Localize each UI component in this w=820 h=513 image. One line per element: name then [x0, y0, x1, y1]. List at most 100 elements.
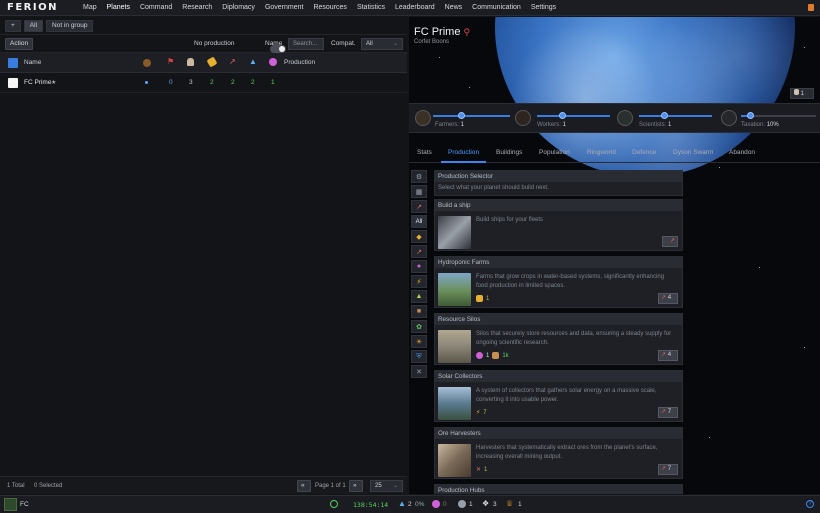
build-count: 7: [667, 466, 672, 472]
production-item-card[interactable]: Production Hubs: [434, 484, 683, 494]
taxation-text: Taxation:: [741, 122, 766, 128]
selector-title: Production Selector: [435, 171, 682, 182]
scientists-value: 1: [668, 122, 672, 128]
item-title: Resource Silos: [435, 314, 682, 325]
player-planet: FC: [20, 501, 29, 508]
production-icon[interactable]: ●: [411, 260, 427, 273]
nav-news[interactable]: News: [440, 0, 468, 16]
workers-slider-knob[interactable]: [559, 112, 566, 119]
production-item-card[interactable]: Hydroponic Farms Farms that grow crops i…: [434, 256, 683, 308]
production-item-card[interactable]: Solar Collectors A system of collectors …: [434, 370, 683, 422]
add-group-button[interactable]: +: [5, 19, 21, 32]
shield-icon[interactable]: ⛨: [411, 350, 427, 363]
nav-diplomacy[interactable]: Diplomacy: [217, 0, 260, 16]
farmers-slider[interactable]: [433, 115, 510, 117]
hammer-icon[interactable]: ↗: [411, 200, 427, 213]
build-button[interactable]: ↗ 4: [658, 293, 678, 304]
build-button[interactable]: ↗ 7: [658, 407, 678, 418]
col-production[interactable]: Production: [284, 59, 315, 66]
gear-icon[interactable]: ⚙: [411, 170, 427, 183]
scientist-avatar: [617, 110, 633, 126]
nav-settings[interactable]: Settings: [526, 0, 561, 16]
production-item-card[interactable]: Ore Harvesters Harvesters that systemati…: [434, 427, 683, 479]
per-page-select[interactable]: 25 ⌄: [370, 480, 403, 492]
chevron-down-icon: ⌄: [392, 41, 398, 47]
name-search-input[interactable]: Search...: [288, 38, 324, 50]
tab-abandon[interactable]: Abandon: [729, 149, 755, 156]
population-badge[interactable]: 1: [790, 88, 814, 99]
tab-stats[interactable]: Stats: [417, 149, 432, 156]
nav-government[interactable]: Government: [260, 0, 309, 16]
research-icon: ▲: [398, 499, 406, 508]
tab-ringworld[interactable]: Ringworld: [587, 149, 616, 156]
filter-not-in-group[interactable]: Not in group: [46, 19, 94, 32]
production-selector-card: Production Selector Select what your pla…: [434, 170, 683, 196]
help-icon[interactable]: ?: [806, 500, 814, 508]
nature-icon[interactable]: ✿: [411, 320, 427, 333]
workers-slider[interactable]: [537, 115, 610, 117]
item-title: Build a ship: [435, 200, 682, 211]
research-icon: ▲: [249, 57, 257, 66]
scientists-label: Scientists: 1: [639, 122, 671, 128]
storage-icon: [492, 352, 500, 359]
storage-icon[interactable]: ■: [411, 305, 427, 318]
nav-resources[interactable]: Resources: [308, 0, 351, 16]
production-icon: [432, 500, 440, 508]
energy-icon[interactable]: ⚡: [411, 275, 427, 288]
nav-statistics[interactable]: Statistics: [352, 0, 390, 16]
mining-icon[interactable]: ↗: [411, 245, 427, 258]
planet-owner: Corfet Boons: [414, 39, 450, 45]
flag-icon: ⚑: [167, 57, 175, 66]
build-button[interactable]: ↗ 4: [658, 350, 678, 361]
sun-icon[interactable]: ☀: [411, 335, 427, 348]
tab-buildings[interactable]: Buildings: [496, 149, 522, 156]
farmers-slider-knob[interactable]: [458, 112, 465, 119]
grid-select-icon[interactable]: [8, 58, 18, 68]
row-checkbox[interactable]: [8, 78, 18, 88]
app-logo: FERION: [7, 2, 58, 13]
mining-icon: ↗: [229, 57, 236, 66]
scientists-slider[interactable]: [639, 115, 712, 117]
production-item-card[interactable]: Build a ship Build ships for your fleets…: [434, 199, 683, 251]
tab-dyson-swarm[interactable]: Dyson Swarm: [673, 149, 713, 156]
nav-planets[interactable]: Planets: [102, 0, 135, 16]
category-all[interactable]: All: [411, 215, 427, 228]
location-pin-icon[interactable]: ⚲: [464, 27, 471, 37]
prev-page-button[interactable]: «: [297, 480, 311, 492]
tab-defence[interactable]: Defence: [632, 149, 656, 156]
build-button[interactable]: ↗ 7: [658, 464, 678, 475]
action-row: Action No production Name Search... Comp…: [0, 35, 407, 53]
nav-leaderboard[interactable]: Leaderboard: [390, 0, 440, 16]
planet-name[interactable]: FC Prime: [24, 79, 51, 86]
nav-communication[interactable]: Communication: [467, 0, 526, 16]
scientists-slider-knob[interactable]: [661, 112, 668, 119]
tools-icon[interactable]: ✕: [411, 365, 427, 378]
col-name[interactable]: Name: [24, 59, 41, 66]
table-row[interactable]: FC Prime ★ 0 3 2 2 2 1: [0, 73, 407, 93]
research-icon[interactable]: ▲: [411, 290, 427, 303]
total-count: 1 Total: [7, 483, 25, 489]
action-button[interactable]: Action: [5, 37, 34, 50]
planet-star-icon: ★: [51, 80, 57, 86]
build-button[interactable]: ↗: [662, 236, 678, 247]
compat-select[interactable]: All ⌄: [361, 38, 403, 50]
silo-icon[interactable]: ▦: [411, 185, 427, 198]
cell-production: 1: [271, 79, 275, 86]
food-icon[interactable]: ◆: [411, 230, 427, 243]
tab-population[interactable]: Population: [539, 149, 570, 156]
nav-research[interactable]: Research: [177, 0, 217, 16]
solar-collectors-image: [438, 387, 471, 420]
list-footer: 1 Total 0 Selected « Page 1 of 1 » 25 ⌄: [0, 476, 407, 494]
taxation-slider-knob[interactable]: [747, 112, 754, 119]
tab-production[interactable]: Production: [448, 149, 479, 156]
nav-command[interactable]: Command: [135, 0, 177, 16]
filter-all[interactable]: All: [23, 19, 44, 32]
nav-map[interactable]: Map: [78, 0, 102, 16]
scientists-control: Scientists: 1: [615, 104, 715, 134]
notification-icon[interactable]: [808, 4, 814, 11]
production-item-card[interactable]: Resource Silos Silos that securely store…: [434, 313, 683, 365]
status-res3: 3: [493, 501, 497, 508]
next-page-button[interactable]: »: [349, 480, 363, 492]
player-avatar[interactable]: [4, 498, 17, 511]
page-indicator: Page 1 of 1: [315, 483, 346, 489]
